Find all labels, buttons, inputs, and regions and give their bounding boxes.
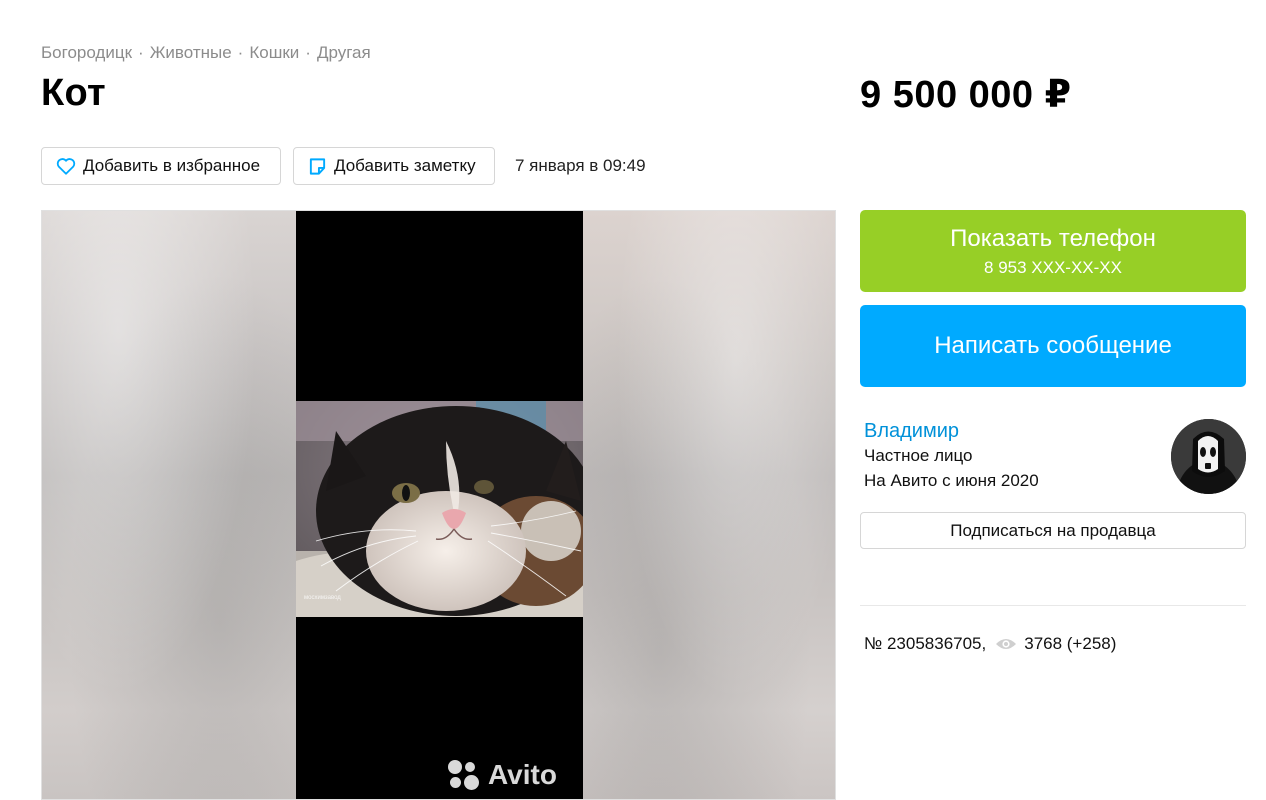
add-note-label: Добавить заметку [334,156,476,175]
breadcrumb-item-other[interactable]: Другая [317,43,371,63]
eye-icon [995,637,1017,651]
seller-name-link[interactable]: Владимир [864,420,959,443]
seller-avatar[interactable] [1171,419,1246,494]
add-to-favorites-button[interactable]: Добавить в избранное [41,147,281,185]
seller-type: Частное лицо [864,446,973,465]
listing-number: № 2305836705, [864,634,987,653]
avito-watermark: Avito [448,759,557,791]
add-to-favorites-label: Добавить в избранное [83,156,261,175]
phone-number-masked: 8 953 XXX-XX-XX [984,258,1122,277]
listing-title: Кот [41,72,106,114]
listing-date: 7 января в 09:49 [515,156,646,175]
gallery-blur-left [42,211,296,799]
breadcrumb-item-city[interactable]: Богородицк [41,43,132,63]
show-phone-label: Показать телефон [950,225,1156,252]
add-note-button[interactable]: Добавить заметку [293,147,495,185]
seller-since: На Авито с июня 2020 [864,471,1039,490]
breadcrumb-separator: · [305,43,311,62]
breadcrumb: Богородицк · Животные · Кошки · Другая [41,43,371,63]
breadcrumb-item-cats[interactable]: Кошки [249,43,299,63]
note-icon [309,157,326,175]
views-count: 3768 (+258) [1024,634,1117,653]
cat-photo: мосхимзавод [296,401,583,617]
main-photo[interactable]: мосхимзавод Avito [296,211,583,799]
listing-price: 9 500 000 ₽ [860,74,1072,116]
show-phone-button[interactable]: Показать телефон 8 953 XXX-XX-XX [860,210,1246,292]
breadcrumb-separator: · [237,43,244,62]
write-message-button[interactable]: Написать сообщение [860,305,1246,387]
svg-text:мосхимзавод: мосхимзавод [304,595,341,601]
breadcrumb-item-animals[interactable]: Животные [150,43,232,63]
gallery-blur-right [583,211,835,799]
avito-watermark-text: Avito [488,759,557,790]
breadcrumb-separator: · [138,43,144,62]
heart-icon [56,158,76,175]
avito-logo-icon [448,760,482,790]
divider [860,605,1246,606]
listing-stats: № 2305836705, 3768 (+258) [864,634,1116,654]
subscribe-seller-button[interactable]: Подписаться на продавца [860,512,1246,549]
photo-gallery[interactable]: мосхимзавод Avito [41,210,836,800]
